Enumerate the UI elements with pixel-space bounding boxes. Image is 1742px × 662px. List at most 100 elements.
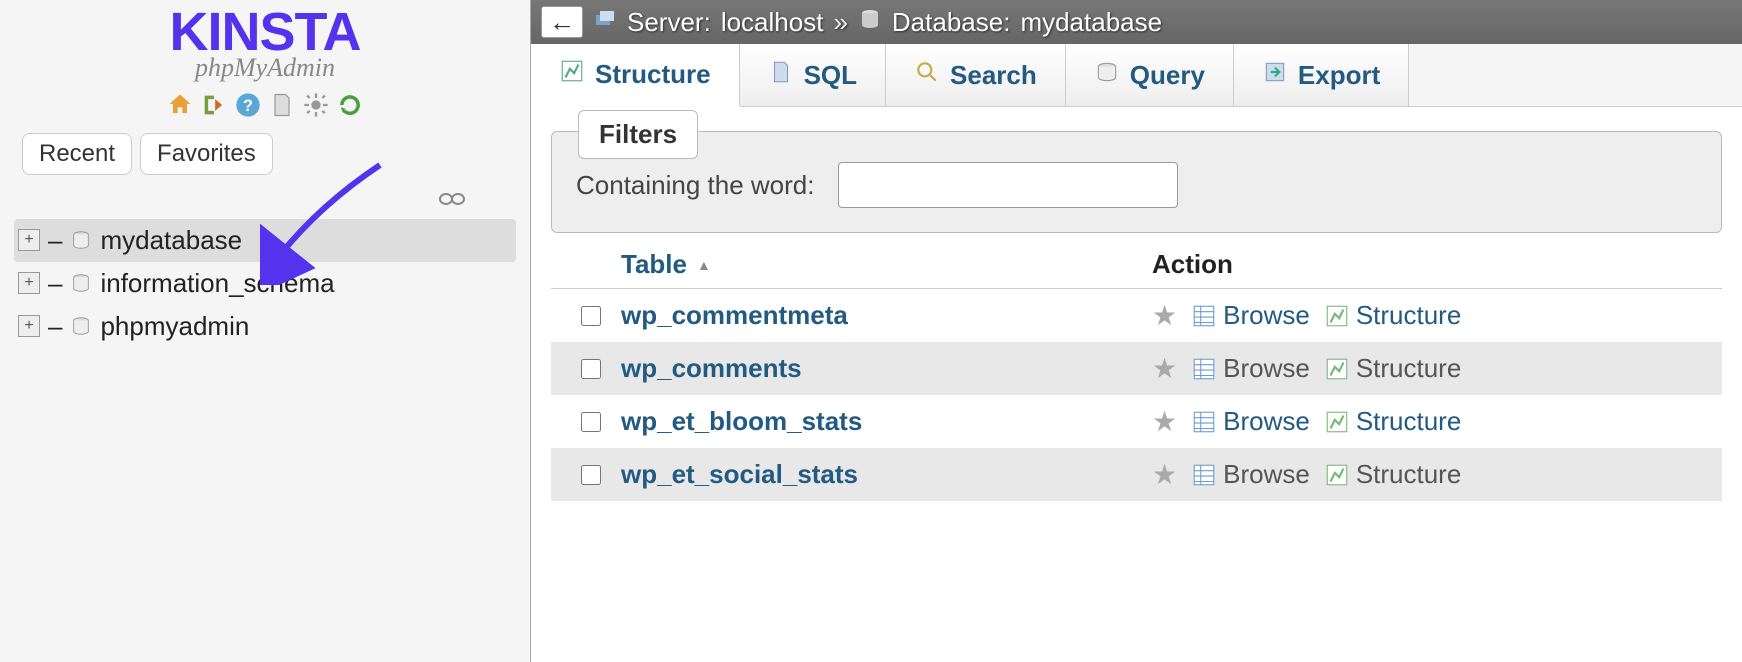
db-name-label: phpmyadmin bbox=[100, 311, 249, 342]
favorite-star-icon[interactable]: ★ bbox=[1152, 299, 1177, 332]
sql-tab-icon bbox=[768, 59, 794, 92]
structure-action[interactable]: Structure bbox=[1324, 459, 1462, 490]
brand-logo: KINSTA bbox=[14, 8, 516, 57]
browse-action[interactable]: Browse bbox=[1191, 406, 1310, 437]
sidebar: KINSTA phpMyAdmin ? Recent Favorites +–m… bbox=[0, 0, 530, 662]
structure-label: Structure bbox=[1356, 406, 1462, 437]
favorite-star-icon[interactable]: ★ bbox=[1152, 405, 1177, 438]
structure-icon bbox=[1324, 356, 1350, 382]
back-button[interactable]: ← bbox=[541, 6, 583, 38]
database-icon bbox=[858, 7, 882, 38]
settings-gear-icon[interactable] bbox=[302, 91, 330, 119]
logout-icon[interactable] bbox=[200, 91, 228, 119]
tab-structure[interactable]: Structure bbox=[531, 44, 740, 107]
expand-icon[interactable]: + bbox=[18, 315, 40, 337]
structure-label: Structure bbox=[1356, 459, 1462, 490]
recent-button[interactable]: Recent bbox=[22, 133, 132, 175]
structure-label: Structure bbox=[1356, 353, 1462, 384]
browse-icon bbox=[1191, 409, 1217, 435]
table-name-link[interactable]: wp_et_social_stats bbox=[621, 459, 1152, 490]
structure-icon bbox=[1324, 303, 1350, 329]
sort-asc-icon: ▲ bbox=[697, 257, 711, 273]
table-name-link[interactable]: wp_comments bbox=[621, 353, 1152, 384]
tab-query[interactable]: Query bbox=[1066, 44, 1234, 106]
table-name-link[interactable]: wp_et_bloom_stats bbox=[621, 406, 1152, 437]
row-checkbox[interactable] bbox=[581, 465, 601, 485]
favorite-star-icon[interactable]: ★ bbox=[1152, 458, 1177, 491]
reload-icon[interactable] bbox=[336, 91, 364, 119]
tree-connector: – bbox=[48, 311, 62, 342]
expand-icon[interactable]: + bbox=[18, 272, 40, 294]
table-row: wp_et_social_stats★ Browse Structure bbox=[551, 448, 1722, 501]
browse-action[interactable]: Browse bbox=[1191, 300, 1310, 331]
browse-icon bbox=[1191, 303, 1217, 329]
table-header-row: Table ▲ Action bbox=[551, 241, 1722, 289]
search-tab-icon bbox=[914, 59, 940, 92]
structure-action[interactable]: Structure bbox=[1324, 353, 1462, 384]
database-icon bbox=[70, 315, 92, 337]
query-tab-icon bbox=[1094, 59, 1120, 92]
svg-text:?: ? bbox=[243, 96, 253, 114]
filter-label: Containing the word: bbox=[576, 170, 814, 201]
main-panel: ← Server: localhost » Database: mydataba… bbox=[530, 0, 1742, 662]
favorite-star-icon[interactable]: ★ bbox=[1152, 352, 1177, 385]
structure-icon bbox=[1324, 462, 1350, 488]
server-icon bbox=[593, 7, 617, 38]
structure-icon bbox=[1324, 409, 1350, 435]
database-value[interactable]: mydatabase bbox=[1020, 7, 1162, 38]
expand-icon[interactable]: + bbox=[18, 229, 40, 251]
database-icon bbox=[70, 229, 92, 251]
header-table-label: Table bbox=[621, 249, 687, 280]
home-icon[interactable] bbox=[166, 91, 194, 119]
row-checkbox[interactable] bbox=[581, 412, 601, 432]
tree-connector: – bbox=[48, 268, 62, 299]
row-checkbox[interactable] bbox=[581, 359, 601, 379]
db-tree-item[interactable]: +– phpmyadmin bbox=[14, 305, 516, 348]
structure-tab-icon bbox=[559, 58, 585, 91]
filter-input[interactable] bbox=[838, 162, 1178, 208]
table-body: wp_commentmeta★BrowseStructurewp_comment… bbox=[551, 289, 1722, 501]
tab-label: Search bbox=[950, 60, 1037, 91]
table-row: wp_commentmeta★ Browse Structure bbox=[551, 289, 1722, 342]
tab-label: Query bbox=[1130, 60, 1205, 91]
db-name-label: information_schema bbox=[100, 268, 334, 299]
browse-label: Browse bbox=[1223, 300, 1310, 331]
tab-search[interactable]: Search bbox=[886, 44, 1066, 106]
tab-label: Export bbox=[1298, 60, 1380, 91]
table-name-link[interactable]: wp_commentmeta bbox=[621, 300, 1152, 331]
database-label: Database: bbox=[892, 7, 1011, 38]
favorites-button[interactable]: Favorites bbox=[140, 133, 273, 175]
recent-favorites-tabs: Recent Favorites bbox=[22, 133, 516, 175]
server-label: Server: bbox=[627, 7, 711, 38]
tab-bar: Structure SQL Search Query Export bbox=[531, 44, 1742, 107]
server-value[interactable]: localhost bbox=[721, 7, 824, 38]
breadcrumb-separator: » bbox=[833, 7, 847, 38]
filters-title: Filters bbox=[578, 110, 698, 159]
structure-action[interactable]: Structure bbox=[1324, 406, 1462, 437]
content-area: Filters Containing the word: Table ▲ Act… bbox=[531, 107, 1742, 501]
tab-export[interactable]: Export bbox=[1234, 44, 1409, 106]
db-tree-item[interactable]: +–mydatabase bbox=[14, 219, 516, 262]
tab-label: SQL bbox=[804, 60, 857, 91]
sidebar-toolbar: ? bbox=[14, 91, 516, 119]
browse-action[interactable]: Browse bbox=[1191, 459, 1310, 490]
sql-doc-icon[interactable] bbox=[268, 91, 296, 119]
row-checkbox[interactable] bbox=[581, 306, 601, 326]
logo-block: KINSTA phpMyAdmin bbox=[14, 8, 516, 83]
tab-label: Structure bbox=[595, 59, 711, 90]
table-row: wp_et_bloom_stats★ Browse Structure bbox=[551, 395, 1722, 448]
filters-panel: Filters Containing the word: bbox=[551, 131, 1722, 233]
database-tree: +–mydatabase+–information_schema+–phpmya… bbox=[14, 219, 516, 348]
header-table-column[interactable]: Table ▲ bbox=[621, 249, 1152, 280]
structure-action[interactable]: Structure bbox=[1324, 300, 1462, 331]
tab-sql[interactable]: SQL bbox=[740, 44, 886, 106]
link-icon-row bbox=[14, 187, 516, 213]
collapse-link-icon[interactable] bbox=[438, 187, 466, 212]
breadcrumb: ← Server: localhost » Database: mydataba… bbox=[531, 0, 1742, 44]
browse-label: Browse bbox=[1223, 406, 1310, 437]
tree-connector: – bbox=[48, 225, 62, 256]
database-icon bbox=[70, 272, 92, 294]
browse-action[interactable]: Browse bbox=[1191, 353, 1310, 384]
help-icon[interactable]: ? bbox=[234, 91, 262, 119]
db-tree-item[interactable]: +– information_schema bbox=[14, 262, 516, 305]
